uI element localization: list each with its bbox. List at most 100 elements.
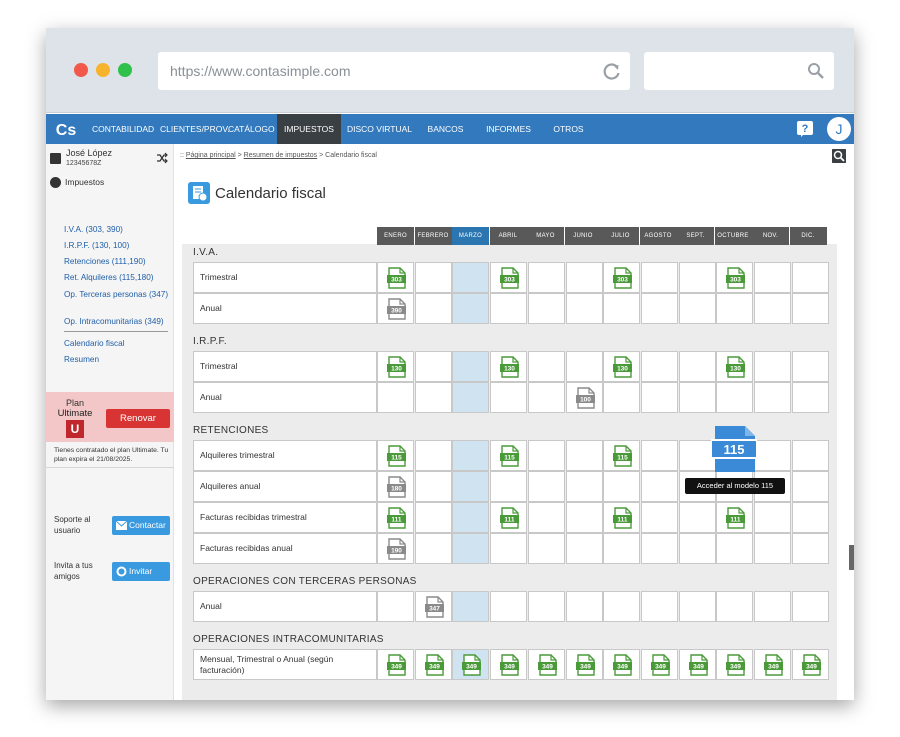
sidebar-link-3[interactable]: Ret. Alquileres (115,180) bbox=[64, 272, 172, 283]
tax-form-file-icon[interactable]: 115 bbox=[613, 445, 633, 467]
sidebar-link-2[interactable]: Retenciones (111,190) bbox=[64, 256, 172, 267]
tax-form-file-icon[interactable]: 111 bbox=[726, 507, 746, 529]
calendar-cell[interactable]: 111 bbox=[603, 502, 641, 533]
calendar-cell[interactable]: 111 bbox=[716, 502, 754, 533]
nav-item-clientes-prov-[interactable]: CLIENTES/PROV. bbox=[154, 114, 230, 144]
tax-form-file-icon[interactable]: 349 bbox=[462, 654, 482, 676]
invite-button[interactable]: Invitar bbox=[112, 562, 170, 581]
tax-form-file-icon[interactable]: 349 bbox=[764, 654, 783, 676]
calendar-cell[interactable]: 111 bbox=[377, 502, 414, 533]
breadcrumb-tax-summary[interactable]: Resumen de impuestos bbox=[244, 152, 318, 159]
calendar-cell[interactable]: 349 bbox=[791, 649, 829, 680]
tax-form-file-icon[interactable]: 111 bbox=[387, 507, 406, 529]
tax-form-file-icon[interactable]: 349 bbox=[613, 654, 633, 676]
calendar-cell[interactable]: 349 bbox=[603, 649, 641, 680]
close-window-button[interactable] bbox=[74, 63, 88, 77]
nav-item-disco-virtual[interactable]: DISCO VIRTUAL bbox=[341, 114, 414, 144]
search-icon[interactable] bbox=[807, 62, 825, 80]
tax-form-file-icon[interactable]: 303 bbox=[500, 267, 520, 289]
tax-form-file-icon[interactable]: 115 bbox=[500, 445, 520, 467]
calendar-cell[interactable]: 349 bbox=[490, 649, 528, 680]
user-avatar[interactable]: J bbox=[827, 117, 851, 141]
tax-form-file-icon[interactable]: 180 bbox=[387, 476, 406, 498]
calendar-cell[interactable]: 390 bbox=[377, 293, 414, 324]
tax-form-file-icon[interactable]: 349 bbox=[387, 654, 406, 676]
nav-item-cat-logo[interactable]: CATÁLOGO bbox=[222, 114, 277, 144]
calendar-cell[interactable]: 349 bbox=[754, 649, 791, 680]
sidebar-link-4[interactable]: Op. Terceras personas (347) bbox=[64, 289, 172, 300]
sidebar-link-6[interactable]: Calendario fiscal bbox=[64, 338, 172, 349]
tax-form-file-icon[interactable]: 349 bbox=[801, 654, 821, 676]
calendar-cell[interactable]: 349 bbox=[377, 649, 414, 680]
tax-form-file-icon[interactable]: 130 bbox=[613, 356, 633, 378]
tax-form-file-icon[interactable]: 349 bbox=[688, 654, 708, 676]
calendar-cell[interactable]: 115 bbox=[603, 440, 641, 471]
calendar-cell[interactable]: 347 bbox=[414, 591, 452, 622]
tax-form-file-icon[interactable]: 347 bbox=[424, 596, 444, 618]
tax-form-file-icon[interactable]: 190 bbox=[387, 538, 406, 560]
sidebar-link-5[interactable]: Op. Intracomunitarias (349) bbox=[64, 316, 172, 327]
calendar-cell[interactable]: 349 bbox=[527, 649, 565, 680]
calendar-cell[interactable]: 180 bbox=[377, 471, 414, 502]
month-header: FEBRERO bbox=[414, 227, 452, 245]
maximize-window-button[interactable] bbox=[118, 63, 132, 77]
tax-form-file-icon[interactable]: 349 bbox=[424, 654, 444, 676]
contasimple-logo[interactable]: Cs bbox=[46, 114, 86, 144]
nav-item-impuestos[interactable]: IMPUESTOS bbox=[277, 114, 341, 144]
nav-item-informes[interactable]: INFORMES bbox=[477, 114, 540, 144]
calendar-cell[interactable]: 130 bbox=[716, 351, 754, 382]
tax-form-file-icon[interactable]: 111 bbox=[613, 507, 633, 529]
calendar-cell[interactable]: 349 bbox=[678, 649, 716, 680]
tax-form-file-icon[interactable]: 130 bbox=[726, 356, 746, 378]
contact-button[interactable]: Contactar bbox=[112, 516, 170, 535]
calendar-cell[interactable]: 111 bbox=[490, 502, 528, 533]
calendar-cell[interactable]: 349 bbox=[716, 649, 754, 680]
calendar-cell[interactable]: 303 bbox=[377, 262, 414, 293]
scrollbar[interactable] bbox=[849, 545, 854, 570]
tax-form-file-icon[interactable]: 303 bbox=[387, 267, 406, 289]
search-icon[interactable] bbox=[832, 149, 846, 163]
tax-form-file-icon[interactable]: 349 bbox=[537, 654, 557, 676]
renew-button[interactable]: Renovar bbox=[106, 409, 170, 428]
tax-form-file-icon[interactable]: 115 bbox=[387, 445, 406, 467]
nav-item-contabilidad[interactable]: CONTABILIDAD bbox=[86, 114, 154, 144]
tax-form-file-icon[interactable]: 349 bbox=[726, 654, 746, 676]
calendar-cell[interactable]: 349 bbox=[640, 649, 678, 680]
calendar-cell[interactable]: 130 bbox=[603, 351, 641, 382]
calendar-cell[interactable]: 130 bbox=[490, 351, 528, 382]
calendar-cell[interactable]: 303 bbox=[603, 262, 641, 293]
model-115-hover-icon[interactable]: 115 bbox=[711, 424, 757, 474]
tax-form-file-icon[interactable]: 130 bbox=[387, 356, 406, 378]
tax-form-file-icon[interactable]: 100 bbox=[575, 387, 595, 409]
calendar-cell[interactable]: 349 bbox=[565, 649, 603, 680]
calendar-cell[interactable]: 130 bbox=[377, 351, 414, 382]
reload-icon[interactable] bbox=[602, 61, 622, 81]
switch-company-icon[interactable] bbox=[156, 152, 168, 164]
calendar-cell[interactable]: 100 bbox=[565, 382, 603, 413]
calendar-cell[interactable]: 349 bbox=[452, 649, 490, 680]
tax-form-file-icon[interactable]: 390 bbox=[387, 298, 406, 320]
calendar-cell[interactable]: 303 bbox=[490, 262, 528, 293]
tax-form-file-icon[interactable]: 303 bbox=[613, 267, 633, 289]
tax-form-file-icon[interactable]: 130 bbox=[500, 356, 520, 378]
help-icon[interactable]: ? bbox=[797, 121, 813, 137]
calendar-cell[interactable]: 349 bbox=[414, 649, 452, 680]
calendar-cell[interactable]: 115 bbox=[377, 440, 414, 471]
nav-item-otros[interactable]: OTROS bbox=[540, 114, 597, 144]
calendar-cell[interactable]: 303 bbox=[716, 262, 754, 293]
tax-form-file-icon[interactable]: 349 bbox=[575, 654, 595, 676]
nav-item-bancos[interactable]: BANCOS bbox=[414, 114, 477, 144]
sidebar-link-0[interactable]: I.V.A. (303, 390) bbox=[64, 224, 172, 235]
browser-search-bar[interactable] bbox=[644, 52, 834, 90]
url-bar[interactable]: https://www.contasimple.com bbox=[158, 52, 630, 90]
tax-form-file-icon[interactable]: 111 bbox=[500, 507, 520, 529]
tax-form-file-icon[interactable]: 303 bbox=[726, 267, 746, 289]
tax-form-file-icon[interactable]: 349 bbox=[650, 654, 670, 676]
calendar-cell[interactable]: 115 bbox=[490, 440, 528, 471]
calendar-cell[interactable]: 190 bbox=[377, 533, 414, 564]
sidebar-link-1[interactable]: I.R.P.F. (130, 100) bbox=[64, 240, 172, 251]
sidebar-link-7[interactable]: Resumen bbox=[64, 354, 172, 365]
tax-form-file-icon[interactable]: 349 bbox=[500, 654, 520, 676]
breadcrumb-home[interactable]: Página principal bbox=[186, 152, 236, 159]
minimize-window-button[interactable] bbox=[96, 63, 110, 77]
